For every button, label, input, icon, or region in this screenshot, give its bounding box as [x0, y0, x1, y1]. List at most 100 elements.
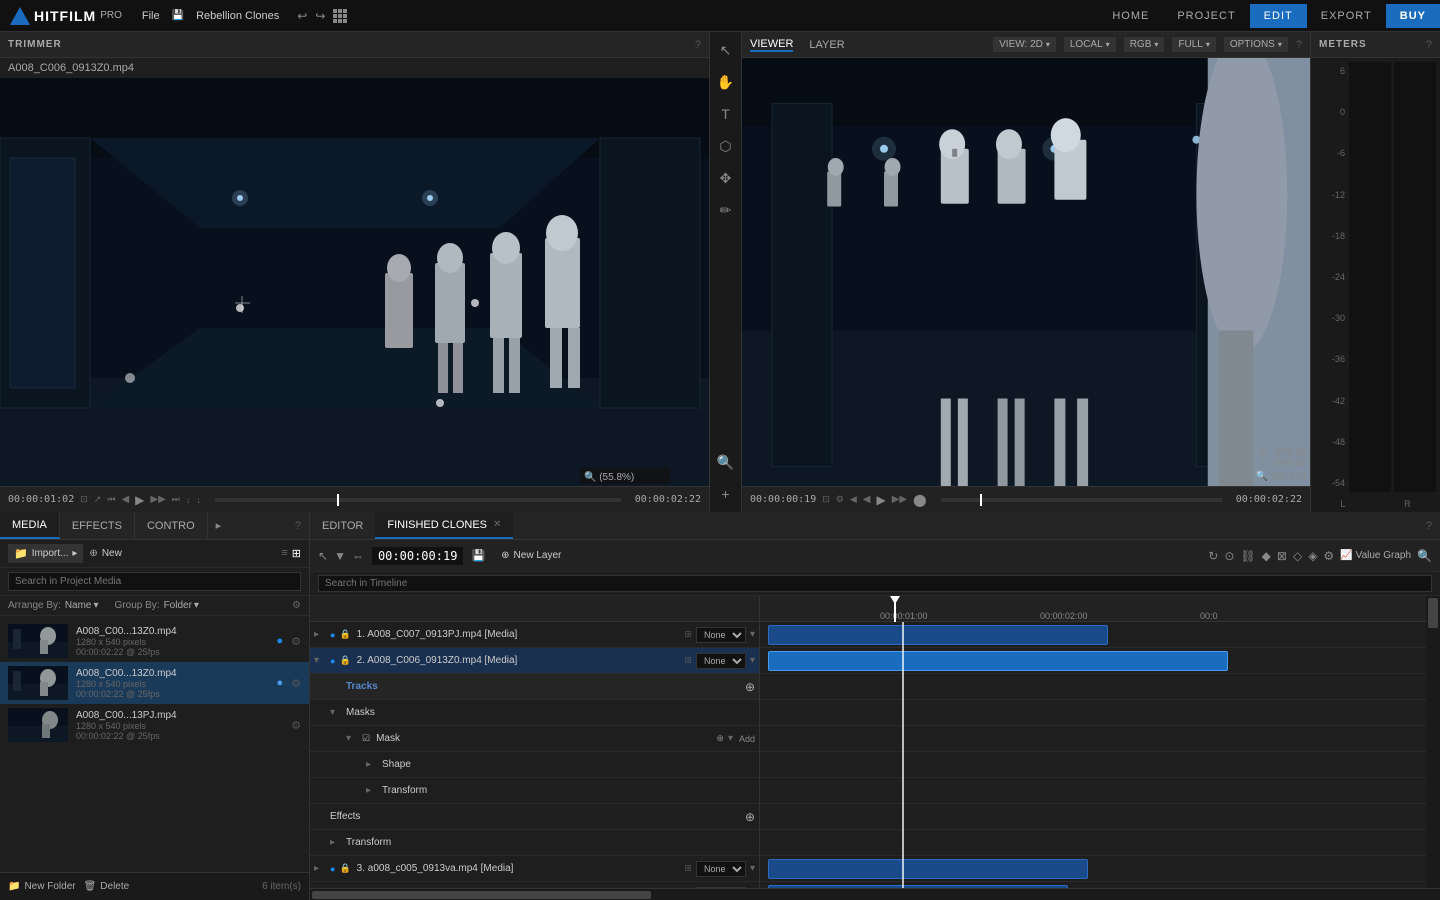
track-dropdown-icon[interactable]: ▾: [728, 733, 733, 744]
viewer-settings-icon[interactable]: ⚙: [836, 494, 844, 505]
trimmer-stepfwd-icon[interactable]: ▶▶: [150, 494, 165, 505]
tl-inout-icon[interactable]: ⊠: [1277, 549, 1287, 563]
grid-menu-icon[interactable]: [333, 9, 347, 23]
tab-controls[interactable]: CONTRO: [135, 512, 208, 539]
tl-ripple-icon[interactable]: ⇔: [352, 549, 364, 563]
trimmer-markout-icon[interactable]: ↓: [196, 495, 201, 505]
trimmer-markin-icon[interactable]: ↓: [186, 495, 191, 505]
delete-button[interactable]: 🗑 Delete: [84, 881, 130, 892]
clip-block[interactable]: [768, 859, 1088, 879]
track-expand-icon[interactable]: ▾: [346, 733, 358, 744]
trimmer-stepback-icon[interactable]: ◀: [121, 494, 129, 505]
viewer-progress[interactable]: [941, 498, 1222, 502]
track-blend-select[interactable]: None: [696, 861, 746, 877]
new-media-button[interactable]: ⊕ New: [89, 548, 121, 559]
new-layer-button[interactable]: ⊕ New Layer: [501, 550, 561, 561]
tl-snap-icon[interactable]: ⊙: [1224, 549, 1234, 563]
redo-icon[interactable]: ↪: [315, 9, 325, 23]
effects-add-icon[interactable]: ⊕: [745, 810, 755, 824]
trimmer-prev-icon[interactable]: ⏮: [107, 494, 115, 505]
view-full-dropdown[interactable]: FULL ▾: [1172, 37, 1215, 52]
media-item-gear-icon[interactable]: ⚙: [291, 635, 301, 648]
tab-close-icon[interactable]: ✕: [493, 519, 501, 530]
tracks-add-icon[interactable]: ⊕: [745, 680, 755, 694]
media-item-gear-icon[interactable]: ⚙: [291, 719, 301, 732]
tl-link-icon[interactable]: ⛓: [1240, 549, 1255, 563]
tab-more-icon[interactable]: ▸: [208, 519, 230, 532]
media-item[interactable]: A008_C00...13Z0.mp4 1280 x 540 pixels 00…: [0, 662, 309, 704]
track-expand-icon[interactable]: ▾: [330, 707, 342, 718]
cursor-tool-icon[interactable]: ↖: [714, 38, 738, 62]
tl-search-icon[interactable]: 🔍: [1417, 549, 1432, 563]
tl-save-icon[interactable]: 💾: [471, 549, 485, 562]
list-view-icon[interactable]: ≡: [281, 547, 287, 560]
tl-filter-icon[interactable]: ▼: [334, 549, 346, 563]
buy-button[interactable]: BUY: [1386, 4, 1440, 28]
tab-media[interactable]: MEDIA: [0, 512, 60, 539]
track-expand-icon[interactable]: ▸: [314, 629, 326, 640]
new-folder-button[interactable]: 📁 New Folder: [8, 881, 76, 892]
pen-tool-icon[interactable]: ✏: [714, 198, 738, 222]
mask-checkbox[interactable]: ☑: [362, 733, 370, 744]
trimmer-next-icon[interactable]: ⏭: [172, 494, 180, 505]
tab-effects[interactable]: EFFECTS: [60, 512, 135, 539]
viewer-stepfwd-icon[interactable]: ▶▶: [892, 494, 907, 505]
media-item[interactable]: A008_C00...13PJ.mp4 1280 x 540 pixels 00…: [0, 704, 309, 746]
track-expand-icon[interactable]: ▾: [314, 655, 326, 666]
tl-diamond-icon[interactable]: ◇: [1293, 549, 1302, 563]
tl-mark-icon[interactable]: ◆: [1262, 549, 1271, 563]
media-item-gear-icon[interactable]: ⚙: [291, 677, 301, 690]
text-tool-icon[interactable]: T: [714, 102, 738, 126]
import-button[interactable]: 📁 Import... ▸: [8, 544, 83, 563]
move-tool-icon[interactable]: ✥: [714, 166, 738, 190]
track-expand-icon[interactable]: ▸: [314, 863, 326, 874]
view-local-dropdown[interactable]: LOCAL ▾: [1064, 37, 1116, 52]
viewer-tab-layer[interactable]: LAYER: [809, 39, 844, 51]
track-expand-icon[interactable]: ▸: [366, 785, 378, 796]
meters-help-icon[interactable]: ?: [1426, 39, 1432, 51]
track-dropdown-icon[interactable]: ▾: [750, 655, 755, 666]
track-eye-icon[interactable]: ●: [330, 656, 335, 666]
nodes-tool-icon[interactable]: ⬡: [714, 134, 738, 158]
nav-home[interactable]: HOME: [1098, 4, 1163, 28]
media-help-icon[interactable]: ?: [287, 520, 309, 532]
media-search-input[interactable]: [8, 572, 301, 591]
view-2d-dropdown[interactable]: VIEW: 2D ▾: [993, 37, 1056, 52]
track-lock-icon[interactable]: 🔒: [339, 629, 350, 640]
tab-finished-clones[interactable]: FINISHED CLONES ✕: [375, 512, 513, 539]
nav-edit[interactable]: EDIT: [1250, 4, 1307, 28]
editor-help-icon[interactable]: ?: [1418, 520, 1440, 532]
nav-export[interactable]: EXPORT: [1307, 4, 1386, 28]
trimmer-export-icon[interactable]: ↗: [94, 494, 102, 505]
nav-project-name[interactable]: Rebellion Clones: [196, 10, 279, 22]
tab-editor[interactable]: EDITOR: [310, 512, 375, 539]
track-eye-icon[interactable]: ●: [330, 864, 335, 874]
trimmer-play-icon[interactable]: ▶: [135, 493, 144, 507]
track-lock-icon[interactable]: 🔒: [339, 863, 350, 874]
nav-project[interactable]: PROJECT: [1163, 4, 1249, 28]
tl-loop-icon[interactable]: ↻: [1208, 549, 1218, 563]
trimmer-expand-icon[interactable]: ⊡: [80, 494, 88, 505]
viewer-stepback-icon[interactable]: ◀: [863, 494, 871, 505]
viewer-expand-icon[interactable]: ⊡: [822, 494, 830, 505]
clip-block[interactable]: [768, 651, 1228, 671]
track-lock-icon[interactable]: 🔒: [339, 655, 350, 666]
viewer-play-icon[interactable]: ▶: [876, 493, 885, 507]
media-item[interactable]: A008_C00...13Z0.mp4 1280 x 540 pixels 00…: [0, 620, 309, 662]
zoom-tool-icon[interactable]: 🔍: [714, 450, 738, 474]
track-blend-select[interactable]: None: [696, 627, 746, 643]
tl-settings-icon[interactable]: ⚙: [1323, 549, 1334, 563]
viewer-help-icon[interactable]: ?: [1296, 39, 1302, 51]
group-by-dropdown[interactable]: Folder ▾: [164, 600, 199, 611]
viewer-extra-icon[interactable]: +: [714, 482, 738, 506]
viewer-markin-icon[interactable]: ◀: [850, 494, 857, 505]
track-dropdown-icon[interactable]: ▾: [750, 629, 755, 640]
arrange-settings-icon[interactable]: ⚙: [292, 600, 301, 611]
viewer-stop-icon[interactable]: ⬤: [913, 493, 926, 507]
trimmer-progress[interactable]: [215, 498, 621, 502]
grid-view-icon[interactable]: ⊞: [292, 547, 301, 560]
viewer-tab-viewer[interactable]: VIEWER: [750, 38, 793, 52]
undo-icon[interactable]: ↩: [297, 9, 307, 23]
value-graph-button[interactable]: 📈 Value Graph: [1340, 550, 1411, 561]
trimmer-help-icon[interactable]: ?: [695, 39, 701, 51]
